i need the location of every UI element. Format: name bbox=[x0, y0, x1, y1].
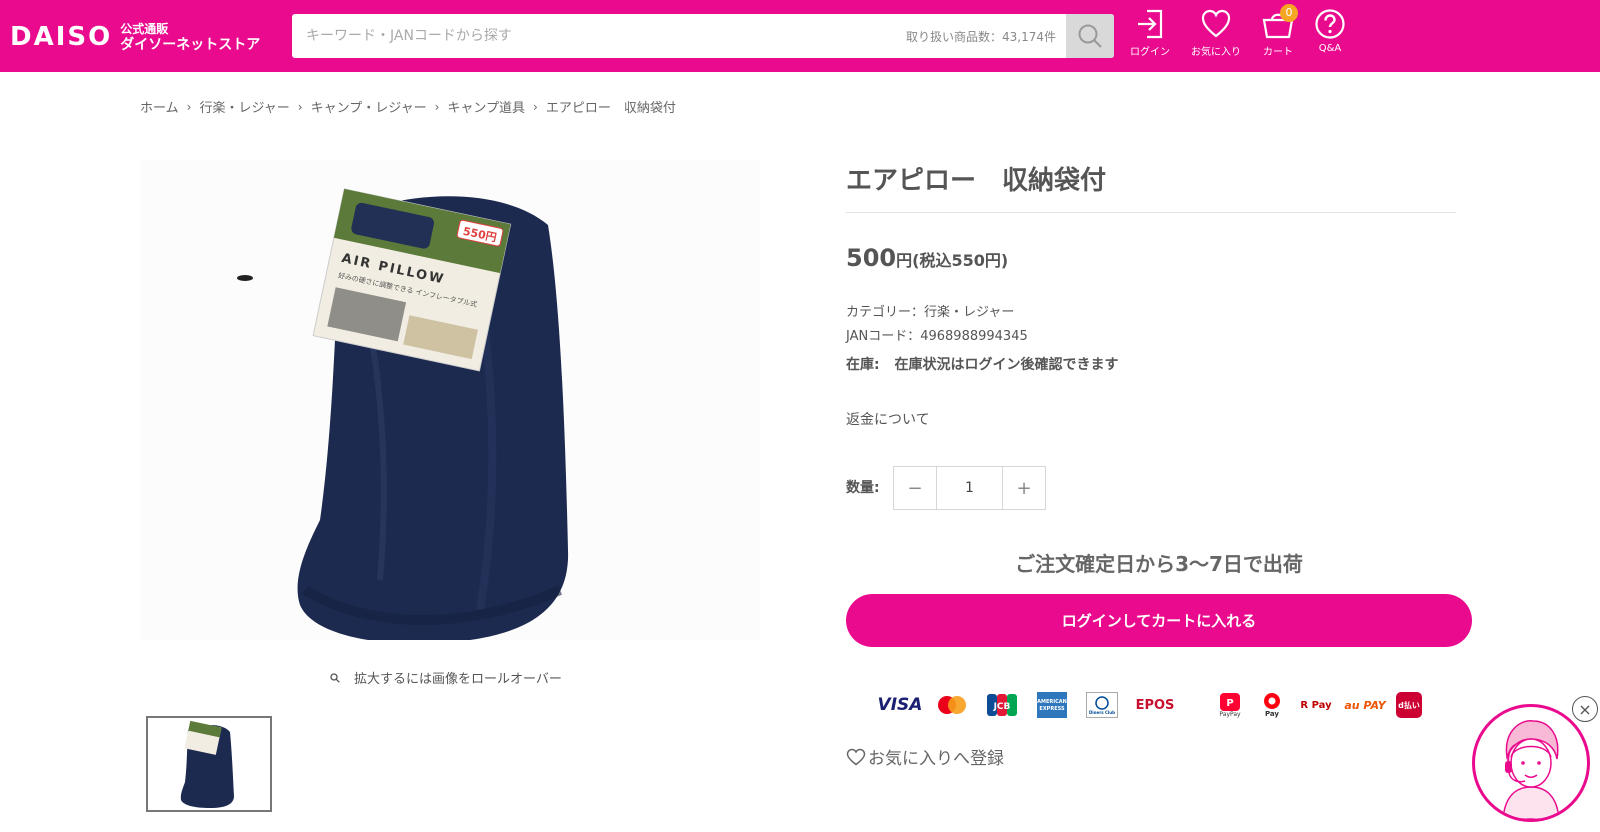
quantity-input[interactable]: 1 bbox=[936, 467, 1003, 509]
epos-logo: EPOS bbox=[1135, 697, 1175, 713]
login-link[interactable]: ログイン bbox=[1122, 8, 1178, 58]
zoom-hint: 拡大するには画像をロールオーバー bbox=[330, 668, 562, 687]
search-icon bbox=[1078, 24, 1102, 48]
product-price: 500 円 (税込550円) bbox=[846, 244, 1008, 272]
quantity-stepper: − 1 + bbox=[893, 466, 1046, 510]
cart-count-badge: 0 bbox=[1280, 4, 1298, 22]
breadcrumb-home[interactable]: ホーム bbox=[140, 97, 179, 116]
price-value: 500 bbox=[846, 244, 897, 272]
login-icon bbox=[1138, 9, 1163, 39]
refund-link[interactable]: 返金について bbox=[846, 409, 930, 429]
product-main-image[interactable]: 550円 AIR PILLOW 好みの硬さに調整できる インフレータブル式 bbox=[140, 160, 760, 644]
mastercard-logo bbox=[930, 692, 974, 718]
svg-text:AMERICAN: AMERICAN bbox=[1037, 699, 1067, 705]
product-title: エアピロー 収納袋付 bbox=[846, 166, 1107, 196]
visa-logo: VISA bbox=[877, 695, 923, 715]
login-label: ログイン bbox=[1130, 47, 1170, 58]
breadcrumb-separator: › bbox=[297, 99, 303, 114]
logo-sub1: 公式通販 bbox=[120, 22, 169, 36]
site-header: DAISO 公式通販 ダイソーネットストア 取り扱い商品数：43,174件 ログ… bbox=[0, 0, 1600, 72]
jcb-logo: JCB bbox=[980, 692, 1024, 718]
favorites-label: お気に入り bbox=[1191, 47, 1241, 58]
close-icon: × bbox=[1578, 699, 1592, 719]
add-to-favorites-label: お気に入りへ登録 bbox=[868, 749, 1004, 769]
breadcrumb-leisure[interactable]: 行楽・レジャー bbox=[199, 97, 289, 116]
support-agent-icon bbox=[1502, 720, 1560, 819]
diners-logo: Diners Club bbox=[1080, 692, 1124, 718]
svg-text:JCB: JCB bbox=[993, 702, 1011, 712]
amex-logo: AMERICAN EXPRESS bbox=[1030, 692, 1074, 718]
svg-text:d払い: d払い bbox=[1398, 700, 1420, 710]
breadcrumb: ホーム › 行楽・レジャー › キャンプ・レジャー › キャンプ道具 › エアピ… bbox=[140, 97, 676, 117]
search-button[interactable] bbox=[1066, 14, 1114, 58]
quantity-label: 数量: bbox=[846, 480, 880, 496]
paypay-logo: P PayPay bbox=[1212, 692, 1248, 718]
breadcrumb-separator: › bbox=[533, 99, 538, 114]
heart-outline-icon bbox=[846, 748, 866, 765]
payment-methods: VISA JCB AMERICAN EXPRESS Diners Club EPO… bbox=[846, 688, 1472, 722]
cart-link[interactable]: カート 0 bbox=[1250, 4, 1306, 58]
magnifier-icon bbox=[330, 672, 340, 683]
rakuten-pay-logo: R Pay bbox=[1300, 699, 1332, 711]
logo-text: DAISO bbox=[10, 22, 113, 52]
price-tax-included: (税込550円) bbox=[912, 251, 1009, 270]
au-pay-logo: au PAY bbox=[1344, 698, 1386, 712]
search-item-count: 取り扱い商品数：43,174件 bbox=[906, 29, 1056, 44]
search-bar: 取り扱い商品数：43,174件 bbox=[292, 14, 1114, 58]
qa-link[interactable]: Q&A bbox=[1302, 8, 1358, 54]
svg-text:P: P bbox=[1226, 698, 1233, 709]
stock-status: 在庫: 在庫状況はログイン後確認できます bbox=[846, 354, 1118, 374]
quantity-decrease-button[interactable]: − bbox=[894, 467, 936, 509]
zoom-hint-text: 拡大するには画像をロールオーバー bbox=[354, 672, 562, 687]
cart-label: カート bbox=[1263, 47, 1293, 58]
product-thumbnail[interactable] bbox=[146, 716, 272, 812]
stock-label: 在庫: bbox=[846, 357, 880, 373]
logo-subtitle: 公式通販 ダイソーネットストア bbox=[120, 21, 260, 53]
svg-text:EXPRESS: EXPRESS bbox=[1039, 706, 1065, 712]
shipping-notice: ご注文確定日から3〜7日で出荷 bbox=[1015, 552, 1303, 576]
search-input[interactable] bbox=[292, 14, 906, 58]
add-to-favorites-link[interactable]: お気に入りへ登録 bbox=[846, 744, 1004, 769]
breadcrumb-separator: › bbox=[186, 99, 192, 114]
add-to-cart-button[interactable]: ログインしてカートに入れる bbox=[846, 594, 1472, 647]
chat-close-button[interactable]: × bbox=[1572, 696, 1598, 722]
price-unit: 円 bbox=[896, 251, 913, 270]
site-logo[interactable]: DAISO 公式通販 ダイソーネットストア bbox=[10, 20, 260, 54]
add-to-cart-label: ログインしてカートに入れる bbox=[1061, 612, 1257, 630]
qa-label: Q&A bbox=[1318, 43, 1342, 54]
product-jan: JANコード：4968988994345 bbox=[846, 329, 1028, 344]
merpay-logo: Pay bbox=[1254, 692, 1290, 718]
logo-sub2: ダイソーネットストア bbox=[120, 37, 261, 53]
breadcrumb-camp-leisure[interactable]: キャンプ・レジャー bbox=[311, 97, 427, 116]
question-icon bbox=[1315, 9, 1345, 39]
product-category: カテゴリー：行楽・レジャー bbox=[846, 305, 1015, 320]
chat-support-widget[interactable] bbox=[1472, 704, 1590, 822]
stock-text: 在庫状況はログイン後確認できます bbox=[894, 357, 1119, 373]
favorites-link[interactable]: お気に入り bbox=[1188, 8, 1244, 58]
breadcrumb-separator: › bbox=[434, 99, 440, 114]
title-divider bbox=[846, 212, 1456, 213]
thumbnail-illustration bbox=[180, 720, 234, 808]
product-illustration: 550円 AIR PILLOW 好みの硬さに調整できる インフレータブル式 bbox=[237, 188, 569, 644]
d-barai-logo: d払い bbox=[1394, 692, 1424, 718]
breadcrumb-camp-tools[interactable]: キャンプ道具 bbox=[447, 97, 525, 116]
svg-text:Diners Club: Diners Club bbox=[1089, 710, 1115, 715]
quantity-increase-button[interactable]: + bbox=[1003, 467, 1045, 509]
breadcrumb-current: エアピロー 収納袋付 bbox=[545, 101, 676, 116]
heart-icon bbox=[1201, 9, 1231, 38]
